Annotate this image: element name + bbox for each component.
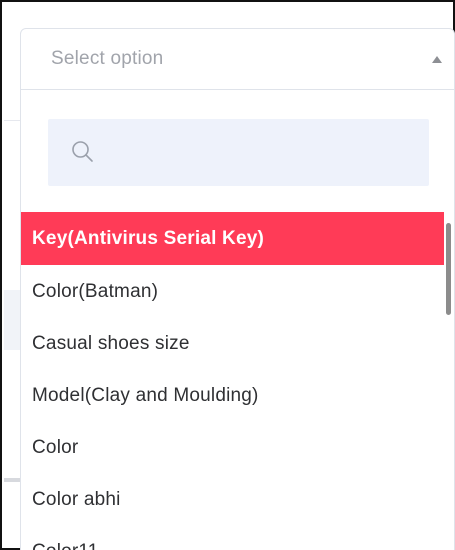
option-item[interactable]: Color11: [21, 525, 446, 550]
scrollbar-thumb[interactable]: [446, 223, 451, 315]
search-box[interactable]: [48, 119, 429, 186]
select-placeholder: Select option: [51, 48, 164, 69]
select-dropdown-trigger[interactable]: Select option: [20, 28, 455, 90]
search-icon: [72, 141, 93, 162]
option-item[interactable]: Color: [21, 421, 446, 473]
option-item[interactable]: Color(Batman): [21, 265, 446, 317]
option-item-selected[interactable]: Key(Antivirus Serial Key): [21, 212, 446, 265]
dropdown-menu: Key(Antivirus Serial Key) Color(Batman) …: [20, 90, 455, 550]
option-list: Key(Antivirus Serial Key) Color(Batman) …: [21, 212, 446, 550]
option-item[interactable]: Model(Clay and Moulding): [21, 369, 446, 421]
caret-up-icon[interactable]: [432, 56, 442, 63]
search-input[interactable]: [108, 119, 418, 186]
option-item[interactable]: Casual shoes size: [21, 317, 446, 369]
option-item[interactable]: Color abhi: [21, 473, 446, 525]
